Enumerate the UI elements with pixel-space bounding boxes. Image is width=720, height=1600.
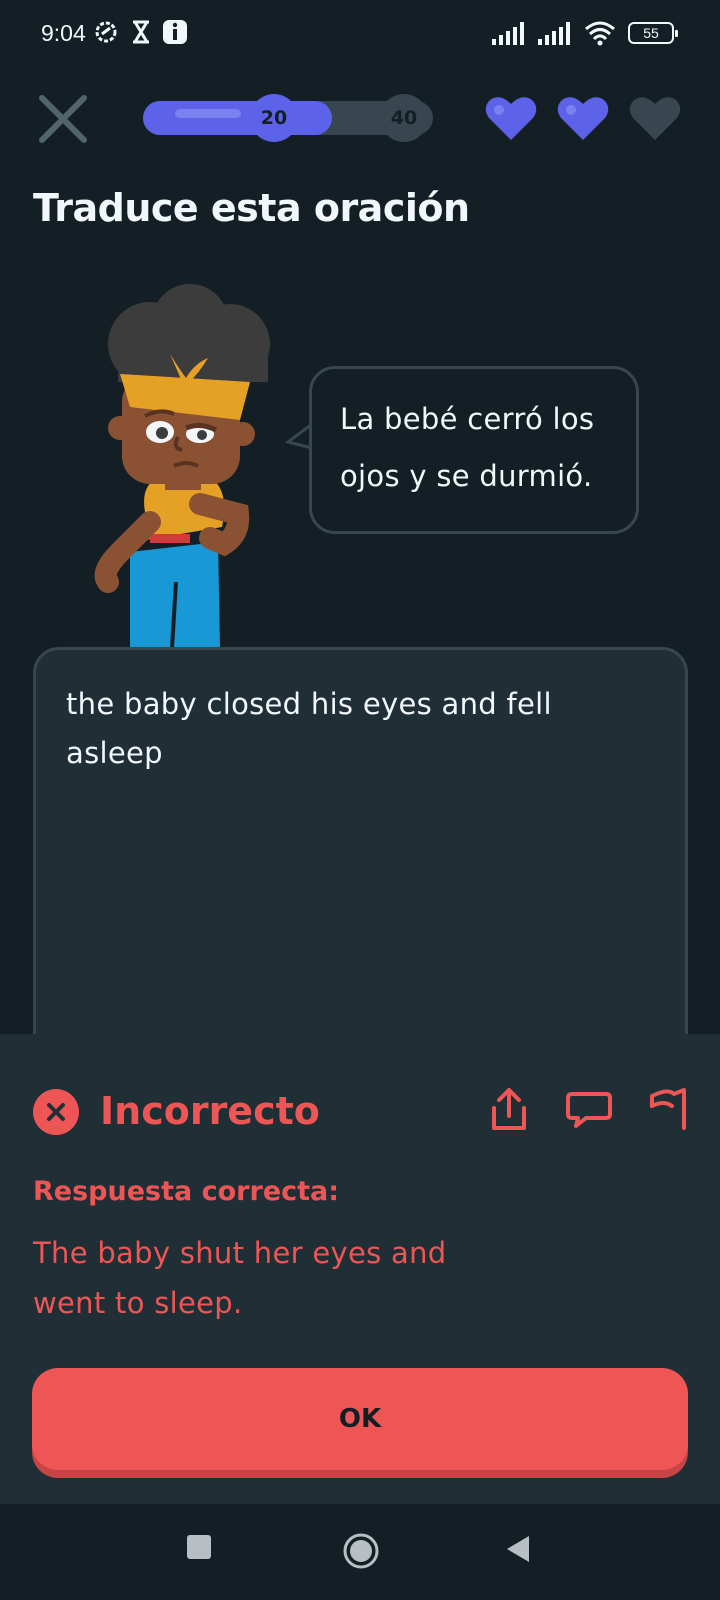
report-flag-icon[interactable] bbox=[644, 1084, 694, 1134]
close-icon[interactable] bbox=[36, 92, 90, 146]
status-time: 9:04 bbox=[41, 20, 86, 46]
progress-fill bbox=[143, 101, 332, 135]
heart-empty-icon bbox=[629, 97, 681, 140]
prompt-text-line: ojos y se durmió. bbox=[340, 459, 593, 493]
hourglass-icon bbox=[133, 20, 149, 44]
answer-text-line: the baby closed his eyes and fell bbox=[66, 687, 552, 721]
feedback-title: Incorrecto bbox=[100, 1089, 320, 1133]
comment-icon[interactable] bbox=[564, 1084, 614, 1134]
home-icon[interactable] bbox=[342, 1532, 380, 1570]
character-illustration bbox=[94, 284, 270, 648]
lesson-progress-bar: 20 40 bbox=[143, 94, 433, 142]
answer-text-line: asleep bbox=[66, 736, 163, 770]
back-icon[interactable] bbox=[505, 1534, 531, 1564]
status-right-icons: 55 bbox=[492, 20, 678, 46]
hearts bbox=[484, 96, 682, 142]
heart-full-icon bbox=[557, 97, 609, 140]
prompt-text-line: La bebé cerró los bbox=[340, 402, 595, 436]
info-icon bbox=[163, 20, 187, 44]
answer-textarea[interactable]: the baby closed his eyes and fell asleep bbox=[33, 647, 688, 1067]
signal-icon bbox=[538, 22, 570, 45]
wifi-icon bbox=[585, 21, 615, 46]
heart-full-icon bbox=[485, 97, 537, 140]
progress-shine bbox=[175, 109, 241, 118]
recent-apps-icon[interactable] bbox=[186, 1534, 212, 1560]
status-bar: 9:04 55 bbox=[0, 0, 720, 70]
share-icon[interactable] bbox=[484, 1084, 534, 1134]
battery-icon: 55 bbox=[628, 22, 678, 44]
correct-answer-line: went to sleep. bbox=[33, 1286, 243, 1320]
status-left-icons bbox=[92, 18, 188, 46]
milestone-badge: 40 bbox=[380, 94, 428, 142]
settings-sync-icon bbox=[95, 21, 117, 43]
incorrect-icon bbox=[33, 1089, 79, 1135]
correct-answer-text: The baby shut her eyes and went to sleep… bbox=[33, 1228, 483, 1328]
page-title: Traduce esta oración bbox=[33, 186, 470, 230]
ok-button[interactable]: OK bbox=[32, 1368, 688, 1470]
prompt-speech-bubble: La bebé cerró los ojos y se durmió. bbox=[309, 366, 639, 534]
correct-answer-label: Respuesta correcta: bbox=[33, 1176, 340, 1207]
signal-icon bbox=[492, 22, 524, 45]
milestone-badge: 20 bbox=[250, 94, 298, 142]
correct-answer-line: The baby shut her eyes and bbox=[33, 1236, 447, 1270]
feedback-actions bbox=[484, 1084, 694, 1134]
